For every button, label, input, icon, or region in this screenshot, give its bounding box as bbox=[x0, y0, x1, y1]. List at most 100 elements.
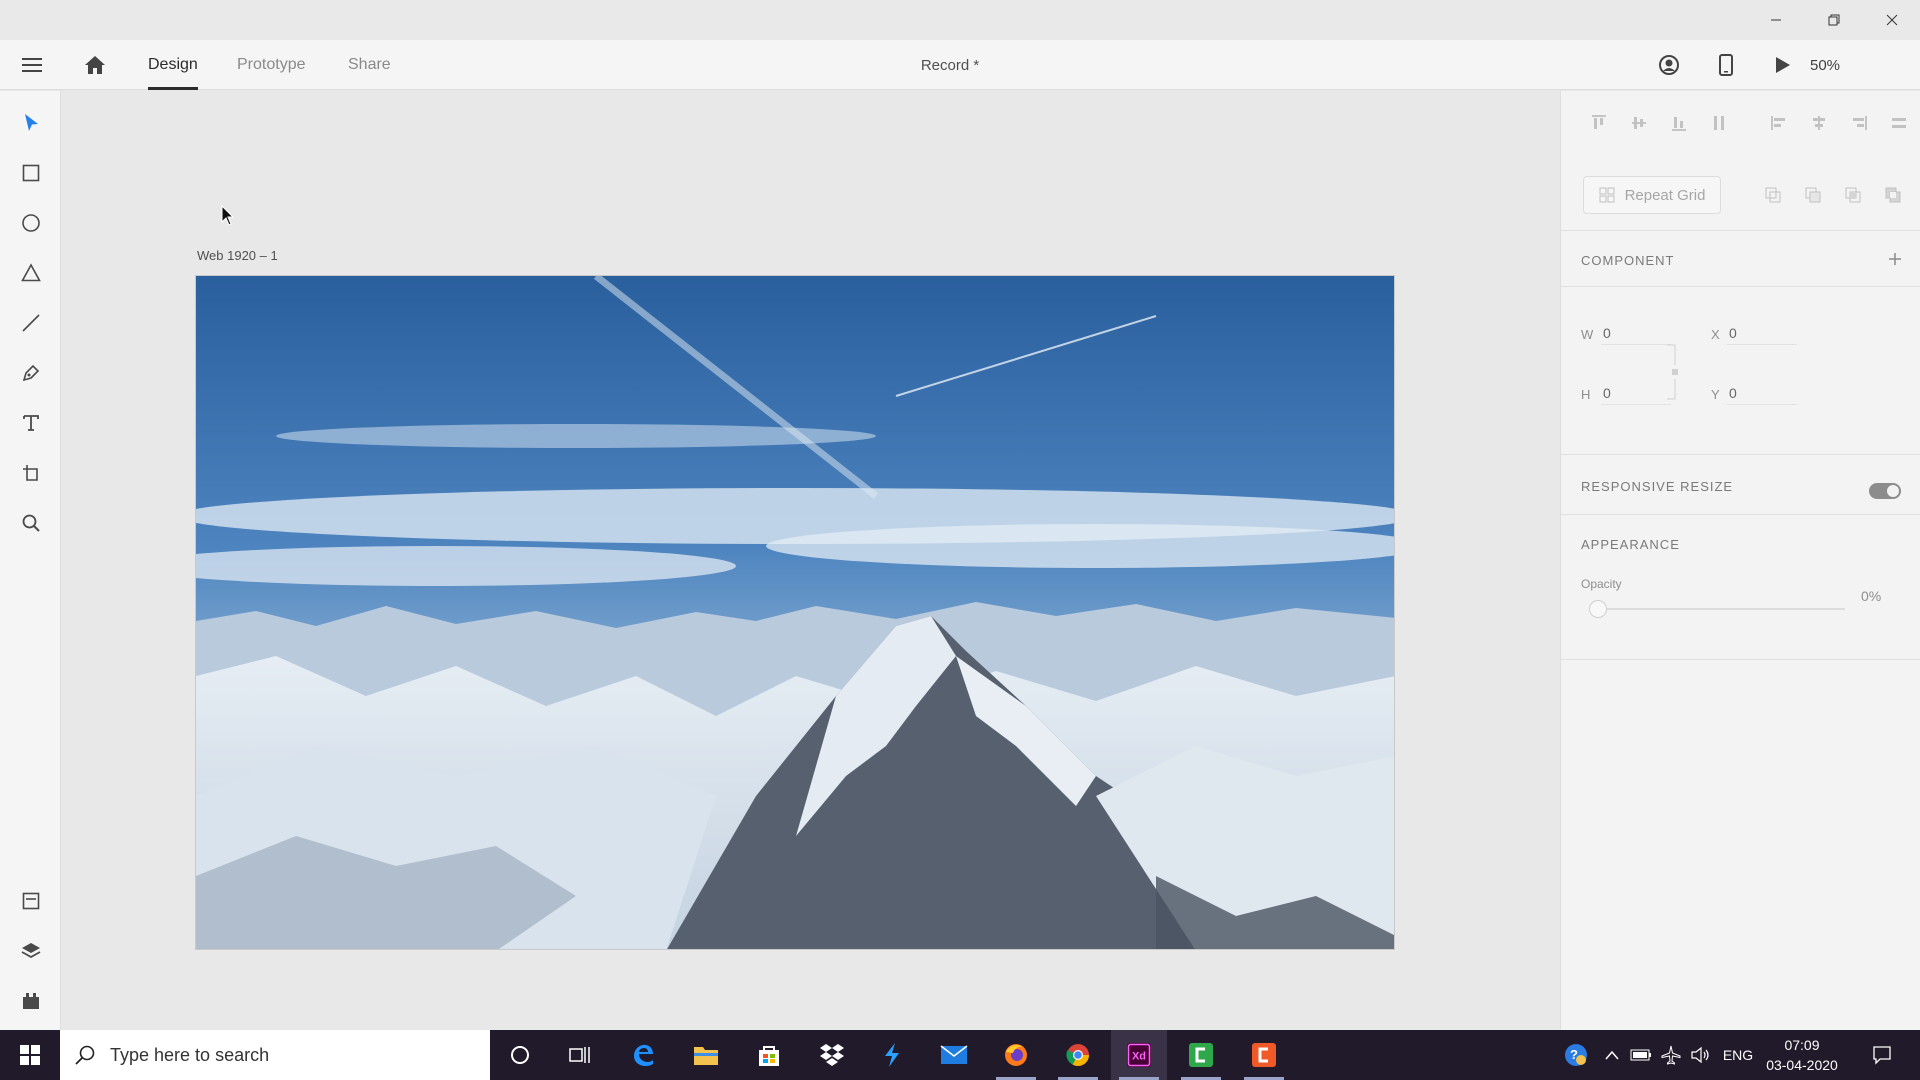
align-right-button[interactable] bbox=[1847, 111, 1871, 135]
zoom-tool[interactable] bbox=[18, 510, 44, 536]
text-tool[interactable] bbox=[18, 410, 44, 436]
store-bag-icon bbox=[759, 1046, 779, 1066]
home-button[interactable] bbox=[82, 52, 108, 78]
lock-aspect-icon[interactable] bbox=[1665, 343, 1679, 401]
mail-icon bbox=[940, 1045, 968, 1064]
restore-icon bbox=[1828, 14, 1840, 26]
opacity-slider-handle[interactable] bbox=[1589, 600, 1607, 618]
tab-share[interactable]: Share bbox=[348, 40, 391, 90]
responsive-resize-title: RESPONSIVE RESIZE bbox=[1581, 479, 1734, 494]
taskbar-store[interactable] bbox=[741, 1030, 797, 1080]
share-user-button[interactable] bbox=[1656, 52, 1682, 78]
x-position-input[interactable] bbox=[1727, 321, 1797, 345]
boolean-exclude-button[interactable] bbox=[1881, 184, 1905, 206]
firefox-icon bbox=[1005, 1044, 1027, 1066]
assets-panel-button[interactable] bbox=[18, 888, 44, 914]
transform-section: W H X Y bbox=[1561, 287, 1920, 455]
align-left-button[interactable] bbox=[1767, 111, 1791, 135]
polygon-tool[interactable] bbox=[18, 260, 44, 286]
task-view-icon bbox=[569, 1047, 590, 1063]
triangle-icon bbox=[21, 263, 41, 282]
component-title: COMPONENT bbox=[1581, 253, 1675, 268]
tray-help[interactable]: ? bbox=[1560, 1030, 1592, 1080]
y-position-input[interactable] bbox=[1727, 381, 1797, 405]
ellipse-tool[interactable] bbox=[18, 210, 44, 236]
rectangle-tool[interactable] bbox=[18, 160, 44, 186]
taskbar-chrome[interactable] bbox=[1050, 1030, 1106, 1080]
tray-airplane-mode[interactable] bbox=[1658, 1030, 1684, 1080]
align-middle-icon bbox=[1632, 117, 1646, 129]
cortana-circle-icon bbox=[511, 1046, 529, 1064]
mouse-cursor-icon bbox=[221, 205, 235, 226]
artboard-image[interactable] bbox=[195, 275, 1395, 950]
width-input[interactable] bbox=[1601, 321, 1671, 345]
plugins-panel-button[interactable] bbox=[18, 988, 44, 1014]
zoom-level[interactable]: 50% bbox=[1810, 40, 1870, 90]
minimize-button[interactable] bbox=[1748, 0, 1804, 40]
taskbar-firefox[interactable] bbox=[988, 1030, 1044, 1080]
grid-icon bbox=[1599, 187, 1615, 203]
artboard-tool[interactable] bbox=[18, 460, 44, 486]
cortana-button[interactable] bbox=[492, 1030, 548, 1080]
notification-icon bbox=[1873, 1046, 1891, 1065]
artboard-label[interactable]: Web 1920 – 1 bbox=[197, 248, 278, 263]
tray-battery[interactable] bbox=[1628, 1030, 1654, 1080]
close-window-button[interactable] bbox=[1864, 0, 1920, 40]
blue-arrow-app-icon bbox=[885, 1043, 899, 1067]
taskbar-camtasia[interactable] bbox=[1173, 1030, 1229, 1080]
align-top-button[interactable] bbox=[1587, 111, 1611, 135]
taskbar-edge[interactable] bbox=[615, 1030, 671, 1080]
tray-language[interactable]: ENG bbox=[1718, 1030, 1758, 1080]
tray-show-hidden[interactable] bbox=[1600, 1030, 1624, 1080]
tray-action-center[interactable] bbox=[1862, 1030, 1902, 1080]
close-icon bbox=[1886, 14, 1898, 26]
opacity-value[interactable]: 0% bbox=[1861, 588, 1881, 604]
align-bottom-icon bbox=[1672, 117, 1686, 131]
align-left-icon bbox=[1771, 116, 1785, 130]
hamburger-menu-button[interactable] bbox=[19, 52, 45, 78]
boolean-add-button[interactable] bbox=[1761, 184, 1785, 206]
x-label: X bbox=[1711, 327, 1720, 342]
height-label: H bbox=[1581, 387, 1591, 402]
repeat-grid-button[interactable]: Repeat Grid bbox=[1583, 176, 1721, 214]
taskbar-search[interactable] bbox=[60, 1030, 490, 1080]
pen-icon bbox=[22, 364, 40, 382]
taskbar-adobe-xd[interactable]: Xd bbox=[1111, 1030, 1167, 1080]
tab-prototype[interactable]: Prototype bbox=[237, 40, 305, 90]
taskbar-clock[interactable]: 07:09 03-04-2020 bbox=[1760, 1035, 1844, 1075]
select-tool[interactable] bbox=[18, 110, 44, 136]
taskbar-dropbox[interactable] bbox=[804, 1030, 860, 1080]
clock-time: 07:09 bbox=[1784, 1037, 1820, 1053]
align-center-button[interactable] bbox=[1807, 111, 1831, 135]
layers-panel-button[interactable] bbox=[18, 938, 44, 964]
search-icon bbox=[75, 1045, 95, 1065]
align-middle-button[interactable] bbox=[1627, 111, 1651, 135]
tab-design[interactable]: Design bbox=[148, 40, 198, 90]
responsive-resize-toggle[interactable] bbox=[1869, 483, 1901, 499]
task-view-button[interactable] bbox=[552, 1030, 608, 1080]
tools-toolbar bbox=[0, 91, 61, 1030]
taskbar-vscode-app[interactable] bbox=[864, 1030, 920, 1080]
tray-volume[interactable] bbox=[1688, 1030, 1714, 1080]
distribute-vertical-button[interactable] bbox=[1707, 111, 1731, 135]
distribute-horizontal-icon bbox=[1892, 118, 1906, 128]
align-top-icon bbox=[1592, 115, 1606, 129]
taskbar-mail[interactable] bbox=[926, 1030, 982, 1080]
align-bottom-button[interactable] bbox=[1667, 111, 1691, 135]
taskbar-camtasia-recorder[interactable] bbox=[1236, 1030, 1292, 1080]
taskbar-file-explorer[interactable] bbox=[678, 1030, 734, 1080]
start-button[interactable] bbox=[0, 1030, 60, 1080]
boolean-subtract-button[interactable] bbox=[1801, 184, 1825, 206]
boolean-intersect-button[interactable] bbox=[1841, 184, 1865, 206]
distribute-horizontal-button[interactable] bbox=[1887, 111, 1911, 135]
line-tool[interactable] bbox=[18, 310, 44, 336]
distribute-vertical-icon bbox=[1714, 116, 1724, 130]
opacity-slider-track[interactable] bbox=[1605, 608, 1845, 610]
search-input[interactable] bbox=[110, 1044, 470, 1066]
device-preview-button[interactable] bbox=[1713, 52, 1739, 78]
add-component-icon[interactable] bbox=[1887, 251, 1903, 267]
restore-button[interactable] bbox=[1806, 0, 1862, 40]
desktop-preview-button[interactable] bbox=[1770, 52, 1796, 78]
height-input[interactable] bbox=[1601, 381, 1671, 405]
pen-tool[interactable] bbox=[18, 360, 44, 386]
